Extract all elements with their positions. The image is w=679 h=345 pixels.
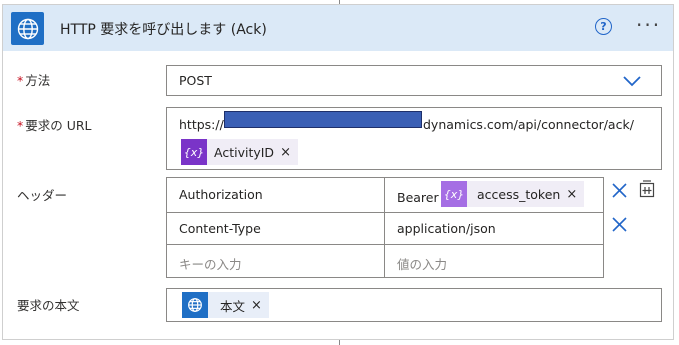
required-mark: * [17, 118, 24, 133]
header-value-placeholder: 値の入力 [397, 257, 448, 272]
help-icon[interactable]: ? [595, 18, 612, 35]
header-key-cell[interactable]: Content-Type [166, 212, 385, 245]
token-label: access_token [477, 186, 561, 202]
remove-token-icon[interactable]: × [566, 187, 584, 202]
card-header[interactable]: HTTP 要求を呼び出します (Ack) ? ··· [3, 5, 673, 51]
variable-icon: {x} [441, 181, 467, 207]
switch-to-text-mode-icon[interactable] [639, 180, 656, 198]
http-action-card: HTTP 要求を呼び出します (Ack) ? ··· * 方法 POST * 要求の… [2, 4, 674, 340]
method-dropdown[interactable]: POST [166, 65, 662, 96]
body-token[interactable]: 本文 × [182, 292, 269, 318]
method-value: POST [179, 73, 212, 88]
variable-icon: {x} [181, 139, 207, 165]
method-label-text: 方法 [25, 73, 51, 88]
activityid-token[interactable]: {x} ActivityID × [181, 139, 298, 165]
url-label: * 要求の URL [17, 115, 92, 134]
body-label: 要求の本文 [17, 298, 80, 313]
header-key-input[interactable]: キーの入力 [166, 244, 385, 278]
token-label: ActivityID [214, 144, 275, 160]
body-input[interactable]: 本文 × [166, 288, 662, 322]
token-label: 本文 [220, 298, 246, 314]
globe-icon [182, 292, 208, 318]
access-token-token[interactable]: {x} access_token × [441, 181, 585, 207]
header-key: Content-Type [179, 221, 261, 236]
header-value-cell[interactable]: application/json [384, 212, 604, 245]
header-key-placeholder: キーの入力 [179, 257, 242, 272]
header-key-cell[interactable]: Authorization [166, 177, 385, 213]
header-value: application/json [397, 221, 496, 236]
header-value-prefix: Bearer [397, 190, 439, 205]
header-value-input[interactable]: 値の入力 [384, 244, 604, 278]
remove-token-icon[interactable]: × [251, 298, 269, 313]
more-options-icon[interactable]: ··· [636, 13, 661, 37]
remove-token-icon[interactable]: × [280, 145, 298, 160]
redacted-url-segment [224, 111, 422, 128]
delete-row-icon[interactable] [612, 217, 627, 232]
delete-row-icon[interactable] [612, 183, 627, 198]
url-label-text: 要求の URL [25, 118, 92, 133]
required-mark: * [17, 73, 24, 88]
headers-label: ヘッダー [17, 188, 68, 203]
connector-line-bottom [339, 340, 340, 345]
card-title: HTTP 要求を呼び出します (Ack) [60, 22, 267, 38]
url-prefix: https:// [179, 117, 224, 132]
header-value-cell[interactable]: Bearer {x} access_token × [384, 177, 604, 213]
header-key: Authorization [179, 187, 263, 202]
chevron-down-icon [623, 76, 641, 87]
url-suffix: dynamics.com/api/connector/ack/ [423, 117, 634, 132]
method-label: * 方法 [17, 70, 50, 89]
globe-icon [11, 12, 44, 45]
